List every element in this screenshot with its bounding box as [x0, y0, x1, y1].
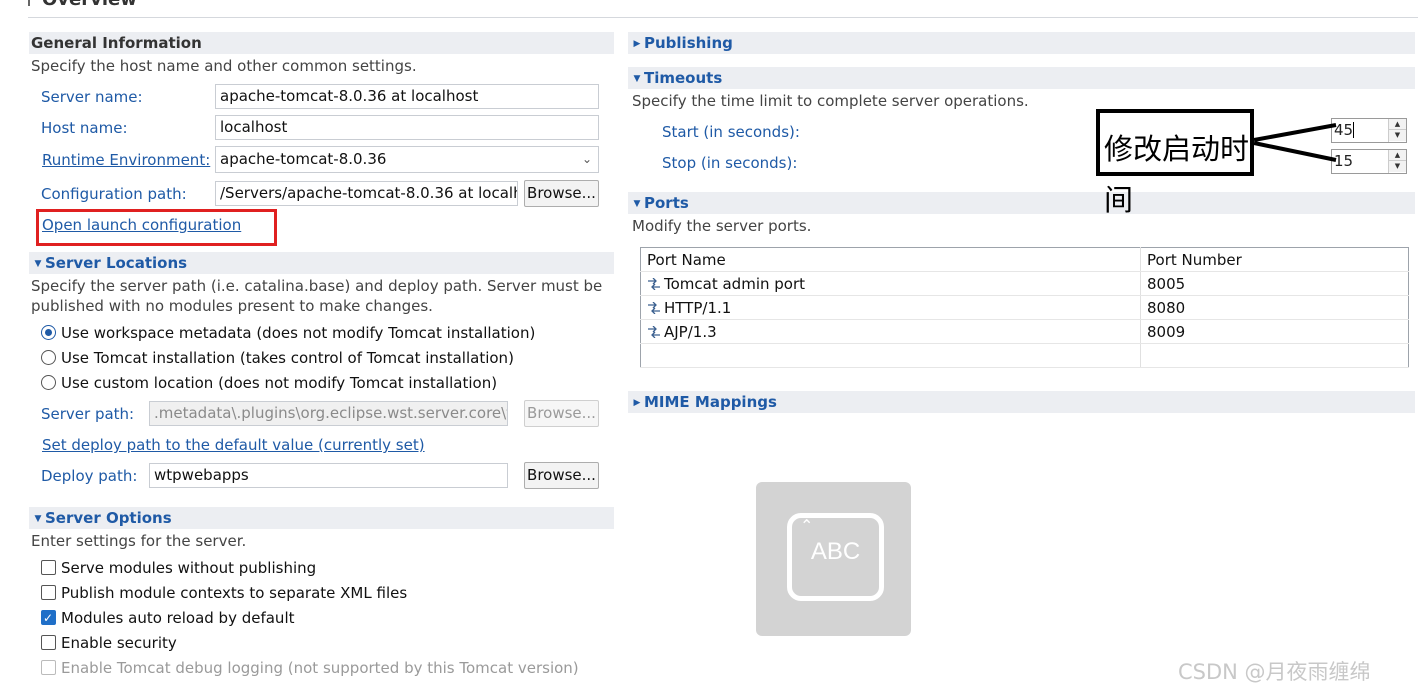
image-placeholder: ABC ⌃ — [756, 482, 911, 636]
abc-keyboard-icon: ABC ⌃ — [787, 513, 884, 601]
annotation-arrows — [1253, 123, 1337, 162]
annotation-arrow-start — [1253, 123, 1337, 142]
annotation-arrow-stop — [1253, 141, 1337, 162]
csdn-watermark: CSDN @月夜雨缠绵 — [1178, 660, 1371, 684]
abc-icon-text: ABC — [810, 538, 861, 565]
